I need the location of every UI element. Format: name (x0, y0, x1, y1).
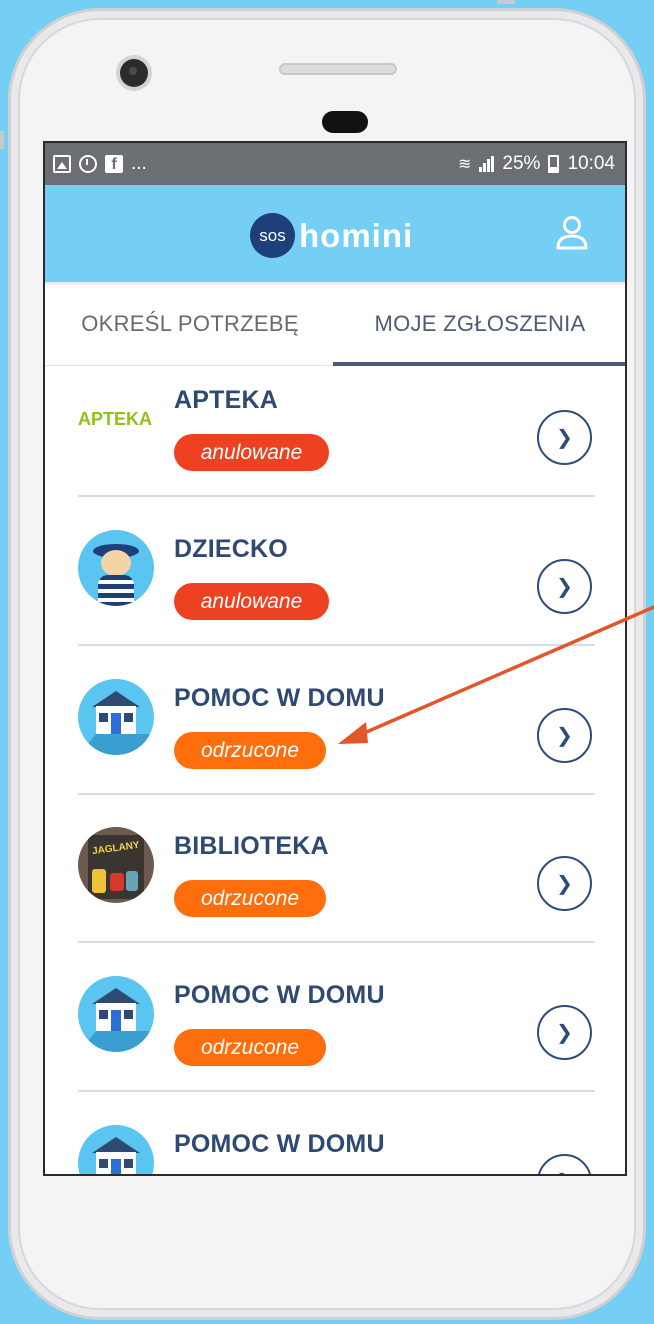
list-item[interactable]: DZIECKO anulowane ❯ (45, 515, 625, 663)
item-title: POMOC W DOMU (174, 684, 385, 712)
item-title: POMOC W DOMU (174, 1130, 385, 1158)
apteka-logo-icon: APTEKA (78, 409, 153, 429)
sync-notification-icon (79, 155, 97, 173)
list-item[interactable]: JAGLANY BIBLIOTEKA odrzucone ❯ (45, 812, 625, 960)
chevron-right-icon[interactable]: ❯ (537, 856, 592, 911)
divider (78, 644, 595, 646)
phone-screen: f ... ≋ 25% 10:04 sos homini OKREŚL POTR… (43, 141, 627, 1176)
top-button (497, 0, 515, 4)
proximity-sensor (322, 111, 368, 133)
child-avatar-icon (78, 530, 154, 606)
status-bar: f ... ≋ 25% 10:04 (45, 143, 625, 185)
chevron-right-icon[interactable]: ❯ (537, 559, 592, 614)
tab-moje-zgloszenia[interactable]: MOJE ZGŁOSZENIA (335, 282, 625, 365)
list-item[interactable]: APTEKA APTEKA anulowane ❯ (45, 366, 625, 514)
divider (78, 941, 595, 943)
divider (78, 793, 595, 795)
chevron-right-icon[interactable]: ❯ (537, 1005, 592, 1060)
status-badge: odrzucone (174, 732, 326, 769)
status-badge: odrzucone (174, 880, 326, 917)
divider (78, 1090, 595, 1092)
status-badge: anulowane (174, 583, 329, 620)
tab-okresl-potrzebe[interactable]: OKREŚL POTRZEBĘ (45, 282, 335, 365)
front-camera (120, 59, 148, 87)
app-bar: sos homini (45, 185, 625, 282)
signal-icon (479, 156, 495, 172)
status-badge: odrzucone (174, 1029, 326, 1066)
item-title: POMOC W DOMU (174, 981, 385, 1009)
chevron-right-icon[interactable]: ❯ (537, 1154, 592, 1174)
more-notifications: ... (131, 153, 147, 174)
status-badge: anulowane (174, 434, 329, 471)
clock: 10:04 (567, 153, 615, 174)
chevron-right-icon[interactable]: ❯ (537, 708, 592, 763)
house-avatar-icon (78, 1125, 154, 1174)
item-title: DZIECKO (174, 535, 288, 563)
app-logo: sos homini (250, 213, 413, 258)
list-item[interactable]: POMOC W DOMU ❯ (45, 1110, 625, 1174)
facebook-notification-icon: f (105, 155, 123, 173)
profile-icon[interactable] (555, 215, 589, 251)
list-item[interactable]: POMOC W DOMU odrzucone ❯ (45, 664, 625, 812)
earpiece-speaker (279, 63, 397, 75)
book-cover-avatar-icon: JAGLANY (78, 827, 154, 903)
tab-bar: OKREŚL POTRZEBĘ MOJE ZGŁOSZENIA (45, 282, 625, 366)
wifi-icon: ≋ (458, 156, 472, 173)
logo-text: homini (299, 216, 414, 254)
item-title: APTEKA (174, 386, 278, 414)
chevron-right-icon[interactable]: ❯ (537, 410, 592, 465)
image-notification-icon (53, 155, 71, 173)
house-avatar-icon (78, 679, 154, 755)
divider (78, 495, 595, 497)
item-title: BIBLIOTEKA (174, 832, 329, 860)
battery-icon (548, 155, 560, 173)
side-button (0, 131, 4, 149)
list-item[interactable]: POMOC W DOMU odrzucone ❯ (45, 961, 625, 1109)
battery-percent: 25% (502, 153, 541, 174)
house-avatar-icon (78, 976, 154, 1052)
logo-badge: sos (250, 213, 295, 258)
